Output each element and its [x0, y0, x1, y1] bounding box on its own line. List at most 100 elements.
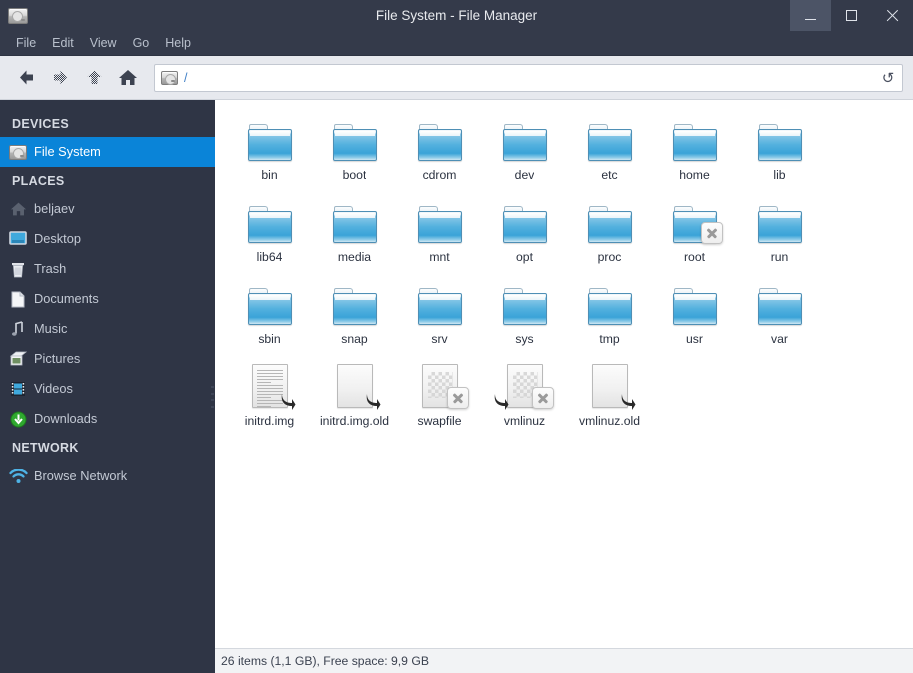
item-label: lib [773, 168, 786, 182]
path-text: / [184, 70, 188, 85]
folder-item[interactable]: snap [312, 276, 397, 358]
menu-edit[interactable]: Edit [44, 34, 82, 52]
folder-glyph [247, 124, 292, 161]
desktop-icon [8, 230, 28, 248]
folder-item[interactable]: media [312, 194, 397, 276]
folder-item[interactable]: bin [227, 112, 312, 194]
sidebar-item-trash[interactable]: Trash [0, 254, 215, 284]
sidebar-item-documents[interactable]: Documents [0, 284, 215, 314]
item-label: proc [597, 250, 622, 264]
reload-button[interactable]: ↺ [878, 68, 898, 88]
folder-item[interactable]: home [652, 112, 737, 194]
wifi-icon [8, 467, 28, 485]
no-access-emblem-icon [446, 387, 469, 409]
forward-button[interactable] [44, 62, 76, 94]
folder-item[interactable]: lib [737, 112, 822, 194]
sidebar-item-music[interactable]: Music [0, 314, 215, 344]
folder-item[interactable]: proc [567, 194, 652, 276]
folder-item[interactable]: usr [652, 276, 737, 358]
document-icon [8, 290, 28, 308]
folder-item[interactable]: dev [482, 112, 567, 194]
icon-view[interactable]: bin boot cdrom dev etc home lib lib64 media mnt op… [215, 100, 913, 648]
folder-item[interactable]: mnt [397, 194, 482, 276]
path-bar[interactable]: / ↺ [154, 63, 903, 92]
item-label: cdrom [422, 168, 457, 182]
item-label: home [679, 168, 710, 182]
status-text: 26 items (1,1 GB), Free space: 9,9 GB [221, 654, 429, 668]
symlink-emblem-icon [279, 393, 296, 411]
folder-item[interactable]: boot [312, 112, 397, 194]
folder-item[interactable]: var [737, 276, 822, 358]
folder-item[interactable]: sys [482, 276, 567, 358]
sidebar-splitter-handle[interactable] [211, 386, 214, 408]
back-button[interactable] [10, 62, 42, 94]
folder-item[interactable]: run [737, 194, 822, 276]
file-manager-window: File System - File Manager File Edit Vie… [0, 0, 913, 673]
file-item[interactable]: vmlinuz.old [567, 358, 652, 440]
file-item[interactable]: initrd.img [227, 358, 312, 440]
folder-icon [586, 280, 634, 328]
maximize-button[interactable] [831, 0, 872, 31]
title-bar[interactable]: File System - File Manager [0, 0, 913, 31]
folder-icon [756, 280, 804, 328]
folder-glyph [417, 288, 462, 325]
folder-glyph [247, 288, 292, 325]
folder-icon [416, 116, 464, 164]
file-item[interactable]: vmlinuz [482, 358, 567, 440]
folder-icon [331, 116, 379, 164]
minimize-button[interactable] [790, 0, 831, 31]
folder-icon [586, 116, 634, 164]
home-button[interactable] [112, 62, 144, 94]
folder-item[interactable]: srv [397, 276, 482, 358]
item-label: swapfile [417, 414, 462, 428]
close-button[interactable] [872, 0, 913, 31]
menu-file[interactable]: File [8, 34, 44, 52]
minimize-icon [805, 18, 816, 20]
item-label: media [337, 250, 372, 264]
sidebar-item-browse-network[interactable]: Browse Network [0, 461, 215, 491]
sidebar-item-pictures[interactable]: Pictures [0, 344, 215, 374]
folder-icon [331, 198, 379, 246]
close-icon [886, 9, 899, 22]
sidebar-item-file-system[interactable]: File System [0, 137, 215, 167]
item-label: dev [514, 168, 535, 182]
folder-glyph [757, 288, 802, 325]
folder-item[interactable]: etc [567, 112, 652, 194]
folder-glyph [672, 124, 717, 161]
no-access-emblem-icon [531, 387, 554, 409]
menu-view[interactable]: View [82, 34, 125, 52]
folder-item[interactable]: opt [482, 194, 567, 276]
sidebar-item-downloads[interactable]: Downloads [0, 404, 215, 434]
sidebar-item-beljaev[interactable]: beljaev [0, 194, 215, 224]
folder-glyph [502, 288, 547, 325]
folder-icon [501, 198, 549, 246]
folder-item[interactable]: tmp [567, 276, 652, 358]
file-icon [586, 362, 635, 410]
menu-go[interactable]: Go [125, 34, 158, 52]
sidebar-group-devices: DEVICES [12, 117, 69, 131]
content-area: bin boot cdrom dev etc home lib lib64 media mnt op… [215, 100, 913, 673]
folder-icon [416, 280, 464, 328]
item-label: sbin [258, 332, 281, 346]
folder-item[interactable]: sbin [227, 276, 312, 358]
sidebar-item-label: Desktop [34, 230, 81, 246]
item-label: boot [342, 168, 367, 182]
sidebar-group-places: PLACES [12, 174, 65, 188]
sidebar-group-network: NETWORK [12, 441, 79, 455]
maximize-icon [846, 10, 857, 21]
folder-icon [756, 198, 804, 246]
up-button[interactable] [78, 62, 110, 94]
folder-glyph [502, 124, 547, 161]
file-item[interactable]: swapfile [397, 358, 482, 440]
folder-item[interactable]: lib64 [227, 194, 312, 276]
folder-item[interactable]: root [652, 194, 737, 276]
folder-item[interactable]: cdrom [397, 112, 482, 194]
sidebar-item-videos[interactable]: Videos [0, 374, 215, 404]
file-item[interactable]: initrd.img.old [312, 358, 397, 440]
download-icon [8, 410, 28, 428]
forward-icon [53, 70, 67, 85]
sidebar-item-desktop[interactable]: Desktop [0, 224, 215, 254]
sidebar-item-label: Browse Network [34, 467, 128, 483]
sidebar: DEVICES File System PLACES beljaev Deskt… [0, 100, 215, 673]
menu-help[interactable]: Help [157, 34, 199, 52]
